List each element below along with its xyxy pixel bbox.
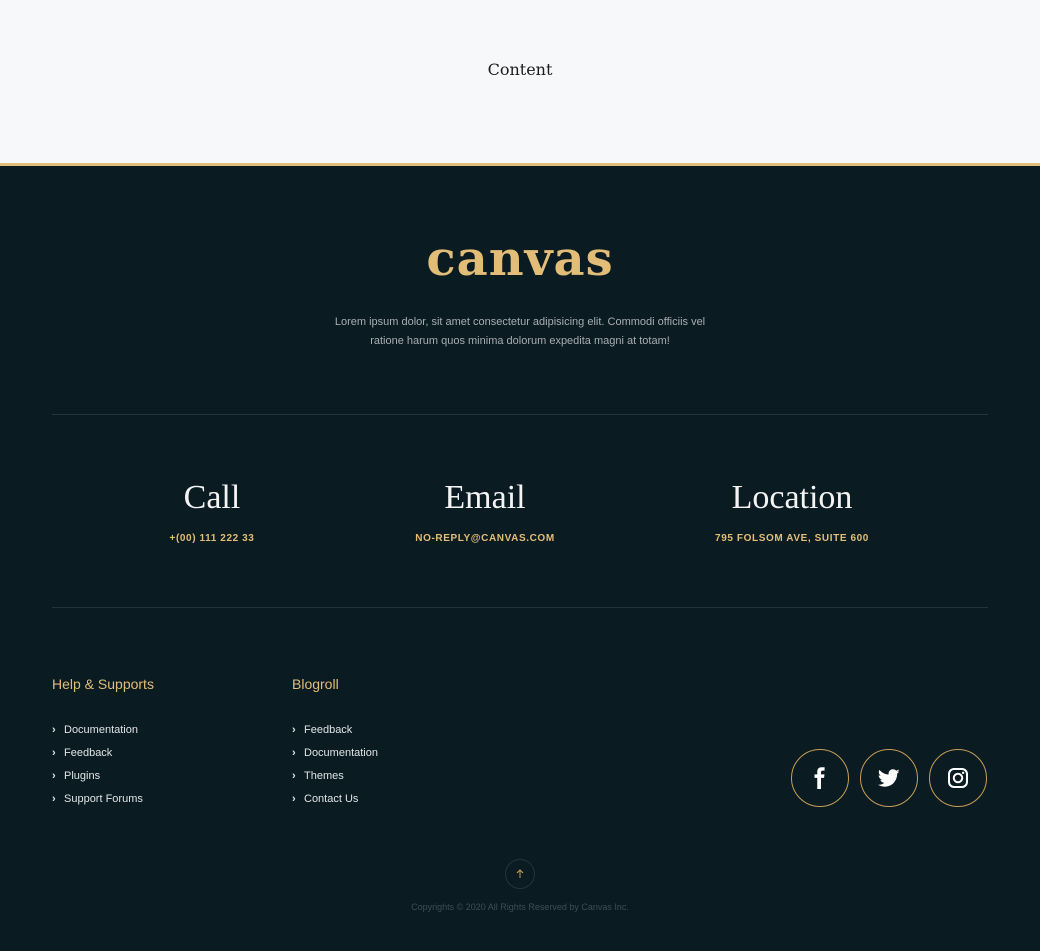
link-feedback[interactable]: › Feedback [52,741,154,764]
blogroll-column: Blogroll › Feedback › Documentation › Theme… [292,676,378,810]
chevron-right-icon: › [52,723,56,736]
link-support-forums[interactable]: › Support Forums [52,787,154,810]
chevron-right-icon: › [292,769,296,782]
link-contact-us[interactable]: › Contact Us [292,787,378,810]
contact-location-value: 795 FOLSOM AVE, SUITE 600 [715,533,869,544]
footer-logo[interactable]: canvas [0,231,1040,287]
link-label: Feedback [304,723,353,736]
divider [52,414,988,415]
link-label: Plugins [64,769,101,782]
link-label: Contact Us [304,792,359,805]
link-label: Documentation [64,723,138,736]
back-to-top-button[interactable] [505,859,535,889]
link-label: Documentation [304,746,378,759]
contact-email: Email NO-REPLY@CANVAS.COM [405,479,565,544]
facebook-button[interactable] [791,749,849,807]
instagram-icon [948,768,968,788]
link-label: Support Forums [64,792,143,805]
chevron-right-icon: › [52,792,56,805]
content-label: Content [487,60,553,79]
blogroll-heading: Blogroll [292,676,339,692]
link-documentation[interactable]: › Documentation [52,718,154,741]
content-area: Content [0,0,1040,166]
arrow-up-icon [516,869,524,878]
contact-call-title: Call [183,479,241,516]
copyright-text: Copyrights © 2020 All Rights Reserved by… [411,902,629,912]
link-plugins[interactable]: › Plugins [52,764,154,787]
twitter-icon [878,769,900,787]
link-documentation[interactable]: › Documentation [292,741,378,764]
blogroll-links: › Feedback › Documentation › Themes › Contac… [292,718,378,810]
link-label: Themes [304,769,344,782]
contact-email-value[interactable]: NO-REPLY@CANVAS.COM [405,533,565,544]
chevron-right-icon: › [292,723,296,736]
link-themes[interactable]: › Themes [292,764,378,787]
link-label: Feedback [64,746,113,759]
divider [52,607,988,608]
chevron-right-icon: › [292,792,296,805]
twitter-button[interactable] [860,749,918,807]
contact-location-title: Location [731,479,853,516]
link-feedback[interactable]: › Feedback [292,718,378,741]
contact-call-value[interactable]: +(00) 111 222 33 [132,533,292,544]
help-supports-links: › Documentation › Feedback › Plugins › Suppo… [52,718,154,810]
instagram-button[interactable] [929,749,987,807]
help-supports-column: Help & Supports › Documentation › Feedback… [52,676,154,810]
chevron-right-icon: › [52,746,56,759]
footer: canvas Lorem ipsum dolor, sit amet conse… [0,169,1040,951]
chevron-right-icon: › [292,746,296,759]
contact-call: Call +(00) 111 222 33 [132,479,292,544]
help-supports-heading: Help & Supports [52,676,154,692]
contact-email-title: Email [444,479,526,516]
facebook-icon [814,767,825,789]
chevron-right-icon: › [52,769,56,782]
contact-location: Location 795 FOLSOM AVE, SUITE 600 [692,479,892,544]
footer-description: Lorem ipsum dolor, sit amet consectetur … [334,316,706,347]
